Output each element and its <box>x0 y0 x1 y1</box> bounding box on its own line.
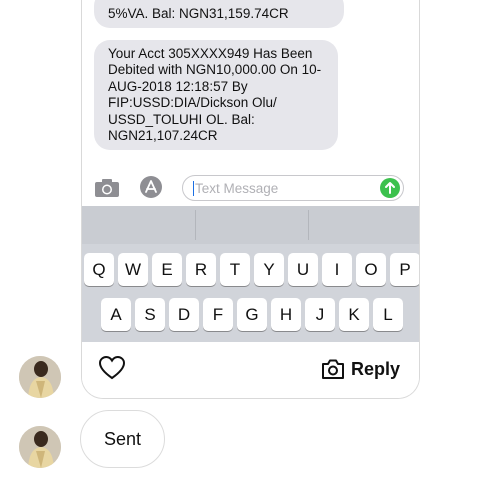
reply-button[interactable]: Reply <box>321 357 407 383</box>
key-o[interactable]: O <box>356 253 386 286</box>
reply-label: Reply <box>351 359 401 379</box>
app-store-icon[interactable] <box>139 175 163 199</box>
key-p[interactable]: P <box>390 253 419 286</box>
key-q[interactable]: Q <box>84 253 114 286</box>
message-bubble: 5%VA. Bal: NGN31,159.74CR <box>94 0 344 28</box>
avatar[interactable] <box>19 426 61 468</box>
key-e[interactable]: E <box>152 253 182 286</box>
key-l[interactable]: L <box>373 298 403 331</box>
text-caret <box>193 181 194 196</box>
story-action-bar: Reply <box>82 342 419 398</box>
key-g[interactable]: G <box>237 298 267 331</box>
camera-icon[interactable] <box>94 178 120 198</box>
key-r[interactable]: R <box>186 253 216 286</box>
message-input-placeholder: Text Message <box>195 181 279 196</box>
key-h[interactable]: H <box>271 298 301 331</box>
key-d[interactable]: D <box>169 298 199 331</box>
camera-outline-icon <box>322 359 344 379</box>
avatar[interactable] <box>19 356 61 398</box>
suggestion-divider <box>195 210 196 240</box>
key-y[interactable]: Y <box>254 253 284 286</box>
keyboard: Q W E R T Y U I O P A S D F G H J K L <box>82 244 419 342</box>
key-f[interactable]: F <box>203 298 233 331</box>
key-u[interactable]: U <box>288 253 318 286</box>
key-i[interactable]: I <box>322 253 352 286</box>
screenshot-panel: 5%VA. Bal: NGN31,159.74CR Your Acct 305X… <box>81 0 420 399</box>
heart-icon[interactable] <box>98 355 126 380</box>
key-s[interactable]: S <box>135 298 165 331</box>
suggestion-divider <box>308 210 309 240</box>
message-input[interactable]: Text Message <box>182 175 404 201</box>
send-arrow-icon[interactable] <box>380 178 400 198</box>
key-a[interactable]: A <box>101 298 131 331</box>
key-w[interactable]: W <box>118 253 148 286</box>
key-t[interactable]: T <box>220 253 250 286</box>
message-bubble: Your Acct 305XXXX949 Has Been Debited wi… <box>94 40 338 150</box>
sent-message-bubble: Sent <box>80 410 165 468</box>
key-k[interactable]: K <box>339 298 369 331</box>
key-j[interactable]: J <box>305 298 335 331</box>
keyboard-suggestion-bar <box>82 206 419 244</box>
message-composer: Text Message <box>82 170 419 206</box>
